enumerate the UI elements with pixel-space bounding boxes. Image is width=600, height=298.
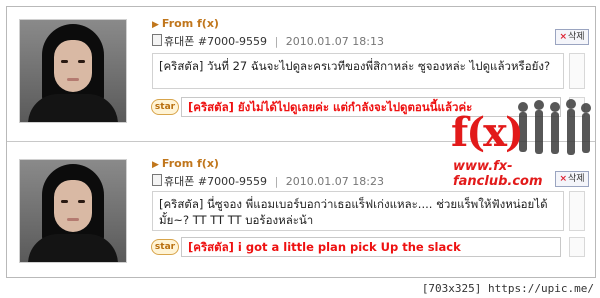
message-box: [คริสตัล] นี่ซูจอง พี่แอมเบอร์บอกว่าเธอแ… — [152, 191, 564, 231]
fanclub-logo: f(x) www.fx-fanclub.com — [439, 91, 599, 189]
scrollbar[interactable] — [569, 237, 585, 257]
avatar — [19, 19, 127, 123]
sender-number: #7000-9559 — [197, 35, 268, 48]
star-button[interactable]: star — [151, 239, 179, 255]
star-button[interactable]: star — [151, 99, 179, 115]
phone-label: 휴대폰 — [164, 35, 195, 48]
phone-icon — [152, 34, 162, 46]
close-icon: × — [559, 32, 567, 42]
sender-label: ▶ From f(x) — [152, 157, 219, 170]
logo-text: f(x) — [451, 109, 524, 156]
sender-number: #7000-9559 — [197, 175, 268, 188]
message-text: [คริสตัล] วันที่ 27 ฉันจะไปดูละครเวทีของ… — [159, 59, 551, 73]
post-meta: 휴대폰 #7000-9559 | 2010.01.07 18:23 — [152, 173, 384, 189]
scrollbar[interactable] — [569, 191, 585, 231]
message-box: [คริสตัล] วันที่ 27 ฉันจะไปดูละครเวทีของ… — [152, 53, 564, 89]
delete-button[interactable]: ×삭제 — [555, 29, 589, 45]
phone-icon — [152, 174, 162, 186]
post-meta: 휴대폰 #7000-9559 | 2010.01.07 18:13 — [152, 33, 384, 49]
avatar — [19, 159, 127, 263]
bullet-icon: ▶ — [152, 160, 159, 170]
message-board: ▶ From f(x) 휴대폰 #7000-9559 | 2010.01.07 1… — [6, 6, 596, 278]
logo-site: www.fx-fanclub.com — [453, 159, 543, 189]
post-date: 2010.01.07 18:23 — [285, 175, 384, 188]
image-credit: [703x325] https://upic.me/ — [421, 282, 594, 295]
reply-text: [คริสตัล] i got a little plan pick Up th… — [181, 237, 561, 257]
phone-label: 휴대폰 — [164, 175, 195, 188]
group-silhouette-icon — [518, 99, 591, 155]
message-text: [คริสตัล] นี่ซูจอง พี่แอมเบอร์บอกว่าเธอแ… — [159, 197, 548, 227]
scrollbar[interactable] — [569, 53, 585, 89]
post-date: 2010.01.07 18:13 — [285, 35, 384, 48]
bullet-icon: ▶ — [152, 20, 159, 30]
sender-label: ▶ From f(x) — [152, 17, 219, 30]
